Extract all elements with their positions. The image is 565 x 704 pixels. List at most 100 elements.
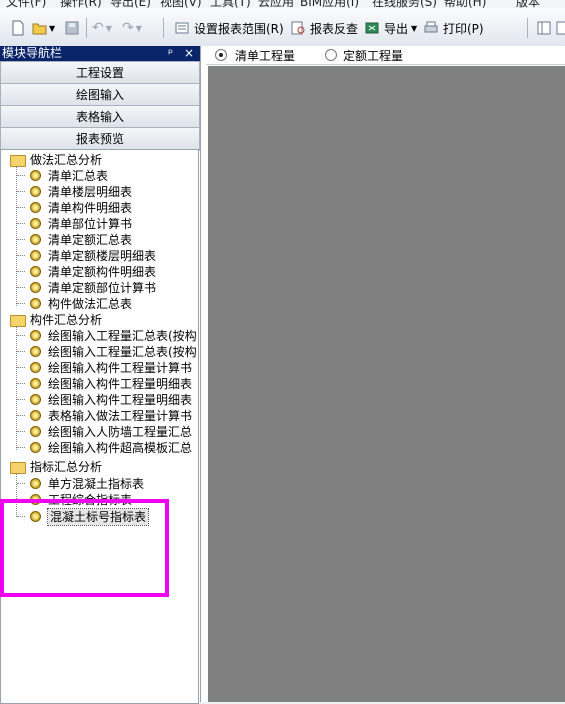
tree-item[interactable]: 清单定额部位计算书: [48, 280, 156, 296]
report-icon: [30, 426, 41, 437]
tree-connector: [17, 415, 25, 416]
report-content-area: [208, 66, 565, 702]
radio-list-quantity[interactable]: [215, 49, 227, 61]
report-icon: [30, 250, 41, 261]
menu-tools[interactable]: 工具(T): [210, 0, 251, 8]
panel-toggle-button-2[interactable]: [555, 17, 565, 39]
set-report-range-button[interactable]: 设置报表范围(R): [174, 17, 284, 39]
undo-button[interactable]: ↶ ▼: [92, 17, 112, 39]
nav-button-table-input[interactable]: 表格输入: [0, 105, 200, 129]
tree-item[interactable]: 绘图输入工程量汇总表(按构: [48, 344, 197, 360]
tree-connector: [17, 447, 25, 448]
new-file-icon: [12, 20, 24, 36]
menu-file[interactable]: 文件(F): [6, 0, 46, 8]
tree-connector: [17, 303, 25, 304]
report-icon: [30, 330, 41, 341]
save-icon: [65, 21, 79, 35]
radio-quota-quantity[interactable]: [325, 49, 337, 61]
print-label: 打印(P): [443, 21, 484, 36]
tree-item[interactable]: 清单定额构件明细表: [48, 264, 156, 280]
tree-connector: [17, 239, 25, 240]
tree-item[interactable]: 绘图输入构件工程量明细表: [48, 392, 192, 408]
folder-icon: [10, 462, 26, 474]
menu-online[interactable]: 在线服务(S): [372, 0, 437, 8]
tree-connector: [17, 431, 25, 432]
open-button[interactable]: ▼: [32, 17, 55, 39]
close-icon[interactable]: ×: [184, 46, 194, 61]
dropdown-arrow-icon[interactable]: ▼: [106, 24, 112, 33]
tree-item[interactable]: 构件做法汇总表: [48, 296, 132, 312]
report-check-button[interactable]: 报表反查: [290, 17, 358, 39]
nav-button-project-settings[interactable]: 工程设置: [0, 61, 200, 85]
menu-export[interactable]: 导出(E): [110, 0, 151, 8]
nav-title: 模块导航栏: [2, 46, 63, 60]
report-check-icon: [291, 21, 305, 35]
panel-icon: [556, 21, 565, 35]
report-icon: [30, 170, 41, 181]
nav-button-drawing-input[interactable]: 绘图输入: [0, 83, 200, 107]
dropdown-arrow-icon[interactable]: ▼: [136, 24, 142, 33]
tree-connector: [16, 166, 17, 306]
tree-item[interactable]: 清单楼层明细表: [48, 184, 132, 200]
report-icon: [30, 282, 41, 293]
report-tree: 做法汇总分析 清单汇总表 清单楼层明细表 清单构件明细表 清单部位计算书 清单定…: [0, 149, 199, 704]
report-icon: [30, 346, 41, 357]
set-report-range-label: 设置报表范围(R): [194, 21, 284, 36]
report-icon: [30, 298, 41, 309]
menu-cloud[interactable]: 云应用: [258, 0, 294, 8]
report-icon: [30, 186, 41, 197]
tree-item[interactable]: 清单构件明细表: [48, 200, 132, 216]
menu-version[interactable]: 版本: [516, 0, 540, 8]
quantity-type-bar: 清单工程量 定额工程量: [206, 46, 565, 65]
annotation-highlight-box: [0, 499, 169, 597]
toolbar: ▼ ↶ ▼ ↷ ▼ 设置报表范围(R) 报表反查 导出 ▼ 打印(P): [0, 8, 565, 47]
nav-button-report-preview[interactable]: 报表预览: [0, 127, 200, 151]
tree-group-component-summary[interactable]: 构件汇总分析: [30, 312, 102, 328]
tree-item[interactable]: 表格输入做法工程量计算书: [48, 408, 192, 424]
tree-item[interactable]: 绘图输入工程量汇总表(按构: [48, 328, 197, 344]
tree-item[interactable]: 清单部位计算书: [48, 216, 132, 232]
report-icon: [30, 266, 41, 277]
radio-label-list-quantity[interactable]: 清单工程量: [235, 47, 295, 64]
export-button[interactable]: 导出 ▼: [364, 17, 417, 39]
dropdown-arrow-icon[interactable]: ▼: [49, 24, 55, 33]
toolbar-separator: [86, 18, 87, 38]
tree-group-index-summary[interactable]: 指标汇总分析: [30, 459, 102, 475]
print-button[interactable]: 打印(P): [423, 17, 484, 39]
report-check-label: 报表反查: [310, 21, 359, 36]
panel-toggle-button[interactable]: [536, 17, 552, 39]
tree-item[interactable]: 清单汇总表: [48, 168, 108, 184]
dropdown-arrow-icon[interactable]: ▼: [411, 24, 417, 33]
tree-connector: [17, 483, 25, 484]
panel-icon: [537, 21, 551, 35]
undo-icon: ↶: [92, 20, 104, 36]
toolbar-separator: [527, 18, 528, 38]
tree-connector: [17, 191, 25, 192]
tree-item[interactable]: 绘图输入构件工程量明细表: [48, 376, 192, 392]
tree-connector: [17, 399, 25, 400]
report-icon: [30, 410, 41, 421]
menu-view[interactable]: 视图(V): [160, 0, 202, 8]
pin-icon[interactable]: ᵖ: [168, 46, 173, 61]
new-button[interactable]: [10, 17, 26, 39]
tree-connector: [17, 255, 25, 256]
tree-connector: [17, 383, 25, 384]
radio-label-quota-quantity[interactable]: 定额工程量: [343, 47, 403, 64]
tree-item[interactable]: 绘图输入构件超高模板汇总: [48, 440, 192, 456]
tree-item[interactable]: 绘图输入构件工程量计算书: [48, 360, 192, 376]
tree-item[interactable]: 清单定额楼层明细表: [48, 248, 156, 264]
save-button[interactable]: [64, 17, 80, 39]
report-view-pane: 清单工程量 定额工程量: [200, 46, 565, 702]
redo-button[interactable]: ↷ ▼: [122, 17, 142, 39]
tree-item[interactable]: 单方混凝土指标表: [48, 476, 144, 492]
tree-item[interactable]: 绘图输入人防墙工程量汇总: [48, 424, 192, 440]
tree-connector: [17, 367, 25, 368]
module-navigation-pane: 模块导航栏 ᵖ × 工程设置 绘图输入 表格输入 报表预览 做法汇总分析 清单汇…: [0, 46, 200, 704]
menu-operate[interactable]: 操作(R): [60, 0, 102, 8]
tree-group-method-summary[interactable]: 做法汇总分析: [30, 152, 102, 168]
report-icon: [30, 394, 41, 405]
menu-bim[interactable]: BIM应用(I): [300, 0, 359, 8]
export-icon: [365, 22, 379, 34]
menu-help[interactable]: 帮助(H): [444, 0, 486, 8]
tree-item[interactable]: 清单定额汇总表: [48, 232, 132, 248]
